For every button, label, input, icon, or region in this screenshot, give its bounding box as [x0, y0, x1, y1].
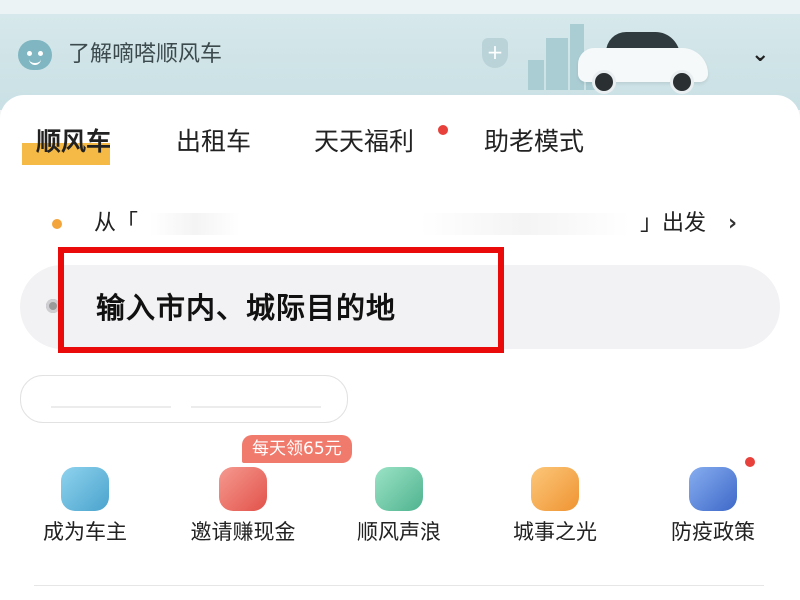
gear-policy-icon [689, 467, 737, 511]
chevron-down-icon[interactable]: ⌄ [751, 43, 769, 67]
service-label: 顺风声浪 [357, 520, 441, 544]
service-label: 成为车主 [43, 520, 127, 544]
city-light-icon [531, 467, 579, 511]
service-become-driver[interactable]: 成为车主 [10, 463, 160, 553]
main-card: 顺风车 出租车 天天福利 助老模式 从「 」出发 › 输入市内、城际目的地 每天… [0, 95, 800, 600]
redacted-address-blur [420, 213, 630, 235]
tab-elderly-mode[interactable]: 助老模式 [484, 125, 584, 159]
notification-dot [438, 125, 448, 135]
tab-bar: 顺风车 出租车 天天福利 助老模式 [0, 95, 800, 185]
redacted-text [51, 406, 171, 408]
service-voice-wave[interactable]: 顺风声浪 [324, 463, 474, 553]
shield-plus-icon: + [482, 38, 508, 68]
car-illustration [578, 26, 710, 96]
origin-dot-icon [52, 219, 62, 229]
service-city-light[interactable]: 城事之光 [480, 463, 630, 553]
red-highlight-box [58, 247, 504, 353]
service-label: 邀请赚现金 [190, 520, 296, 544]
from-suffix: 」出发 [640, 211, 707, 236]
tab-shunfengche[interactable]: 顺风车 [36, 125, 111, 159]
redacted-address-blur [150, 213, 240, 235]
notification-dot [745, 457, 755, 467]
smiley-bot-icon [18, 40, 52, 70]
voice-wave-icon [375, 467, 423, 511]
divider [34, 585, 764, 586]
bot-smile [29, 57, 41, 65]
service-epidemic-policy[interactable]: 防疫政策 [638, 457, 788, 553]
service-label: 城事之光 [513, 520, 597, 544]
departure-row[interactable]: 从「 」出发 › [0, 205, 800, 245]
redacted-text [191, 406, 321, 408]
recent-destination-pill[interactable] [20, 375, 348, 423]
service-invite-cash[interactable]: 邀请赚现金 [168, 463, 318, 553]
tab-daily-benefits[interactable]: 天天福利 [314, 125, 414, 159]
bot-eye-left [27, 51, 32, 56]
promo-badge: 每天领65元 [242, 435, 352, 463]
top-banner[interactable]: 了解嘀嗒顺风车 + ⌄ [0, 0, 800, 110]
banner-title[interactable]: 了解嘀嗒顺风车 [68, 40, 222, 70]
steering-blue-icon [61, 467, 109, 511]
from-prefix: 从「 [94, 211, 139, 236]
service-label: 防疫政策 [671, 520, 755, 544]
tab-taxi[interactable]: 出租车 [176, 125, 251, 159]
chevron-right-icon[interactable]: › [728, 209, 737, 239]
banner-top-edge [0, 0, 800, 14]
red-envelope-icon [219, 467, 267, 511]
bot-eye-right [38, 51, 43, 56]
